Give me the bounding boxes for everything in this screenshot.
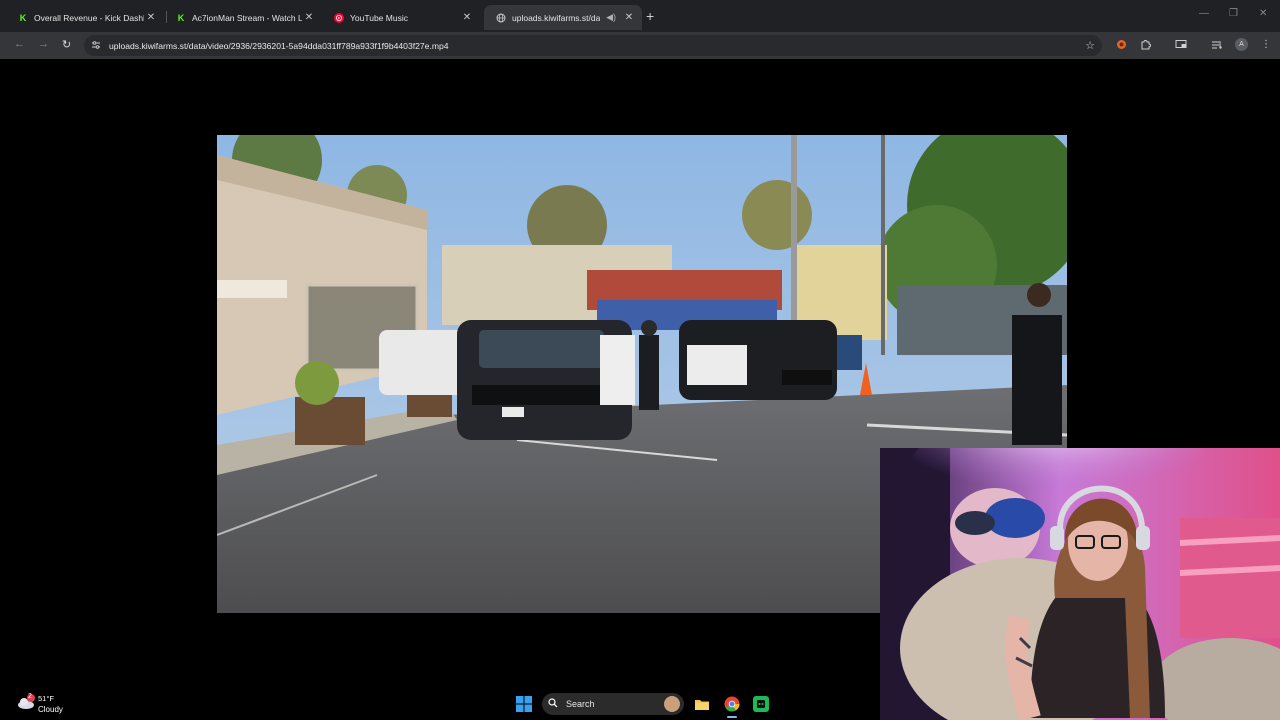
tab-youtube-music[interactable]: YouTube Music ✕ <box>322 5 480 30</box>
restore-icon[interactable]: ❐ <box>1229 8 1238 19</box>
windows-start-icon[interactable] <box>516 696 532 712</box>
new-tab-button[interactable]: + <box>646 8 654 24</box>
close-tab-icon[interactable]: ✕ <box>460 12 474 23</box>
file-explorer-icon[interactable] <box>694 696 710 712</box>
active-app-indicator <box>727 716 737 718</box>
weather-alert-badge: 2 <box>28 693 32 700</box>
tab-kick-revenue[interactable]: K Overall Revenue - Kick Dashbo ✕ <box>6 5 164 30</box>
tab-kiwifarms-video[interactable]: uploads.kiwifarms.st/data/v ◀) ✕ <box>484 5 642 30</box>
search-icon <box>548 697 562 711</box>
reload-button[interactable]: ↻ <box>62 38 71 51</box>
cast-media-icon[interactable] <box>1175 39 1187 53</box>
search-highlight-icon <box>664 696 680 712</box>
forward-button[interactable]: → <box>38 38 49 50</box>
bookmark-star-icon[interactable]: ☆ <box>1085 39 1095 52</box>
address-bar[interactable]: uploads.kiwifarms.st/data/video/2936/293… <box>84 35 1102 56</box>
back-button[interactable]: ← <box>14 38 25 50</box>
windows-taskbar <box>0 688 880 720</box>
weather-temperature[interactable]: 51°F <box>38 694 54 703</box>
extension-icon[interactable] <box>1116 39 1127 53</box>
globe-icon <box>496 13 506 23</box>
window-close-icon[interactable]: ✕ <box>1259 8 1267 19</box>
profile-avatar[interactable]: A <box>1235 38 1248 51</box>
youtube-music-icon <box>334 12 344 23</box>
close-tab-icon[interactable]: ✕ <box>622 12 636 23</box>
search-label: Search <box>566 699 595 709</box>
browser-toolbar: ← → ↻ uploads.kiwifarms.st/data/video/29… <box>0 32 1280 59</box>
tab-title: uploads.kiwifarms.st/data/v <box>512 12 601 23</box>
chrome-icon[interactable] <box>724 696 740 712</box>
tab-title: Ac7ionMan Stream - Watch Liv <box>192 12 302 23</box>
streamer-webcam-overlay <box>880 448 1280 720</box>
media-controls-icon[interactable] <box>1211 39 1223 53</box>
close-tab-icon[interactable]: ✕ <box>144 12 158 23</box>
menu-kebab-icon[interactable]: ⋮ <box>1261 39 1271 50</box>
kick-logo-icon: K <box>19 12 27 23</box>
audio-playing-icon[interactable]: ◀) <box>606 12 616 23</box>
site-info-icon[interactable] <box>91 40 105 52</box>
minimize-icon[interactable]: — <box>1199 8 1209 19</box>
extensions-puzzle-icon[interactable] <box>1140 39 1151 53</box>
tab-title: YouTube Music <box>350 12 408 23</box>
streaming-app-icon[interactable] <box>753 696 769 712</box>
browser-tab-strip: K Overall Revenue - Kick Dashbo ✕ K Ac7i… <box>0 0 1280 32</box>
kick-logo-icon: K <box>177 12 185 23</box>
close-tab-icon[interactable]: ✕ <box>302 12 316 23</box>
tab-title: Overall Revenue - Kick Dashbo <box>34 12 144 23</box>
weather-condition[interactable]: Cloudy <box>38 705 63 714</box>
tab-ac7ionman-stream[interactable]: K Ac7ionMan Stream - Watch Liv ✕ <box>164 5 322 30</box>
taskbar-search[interactable]: Search <box>542 693 684 715</box>
webcam-scene <box>880 448 1280 720</box>
address-url[interactable]: uploads.kiwifarms.st/data/video/2936/293… <box>109 41 449 51</box>
